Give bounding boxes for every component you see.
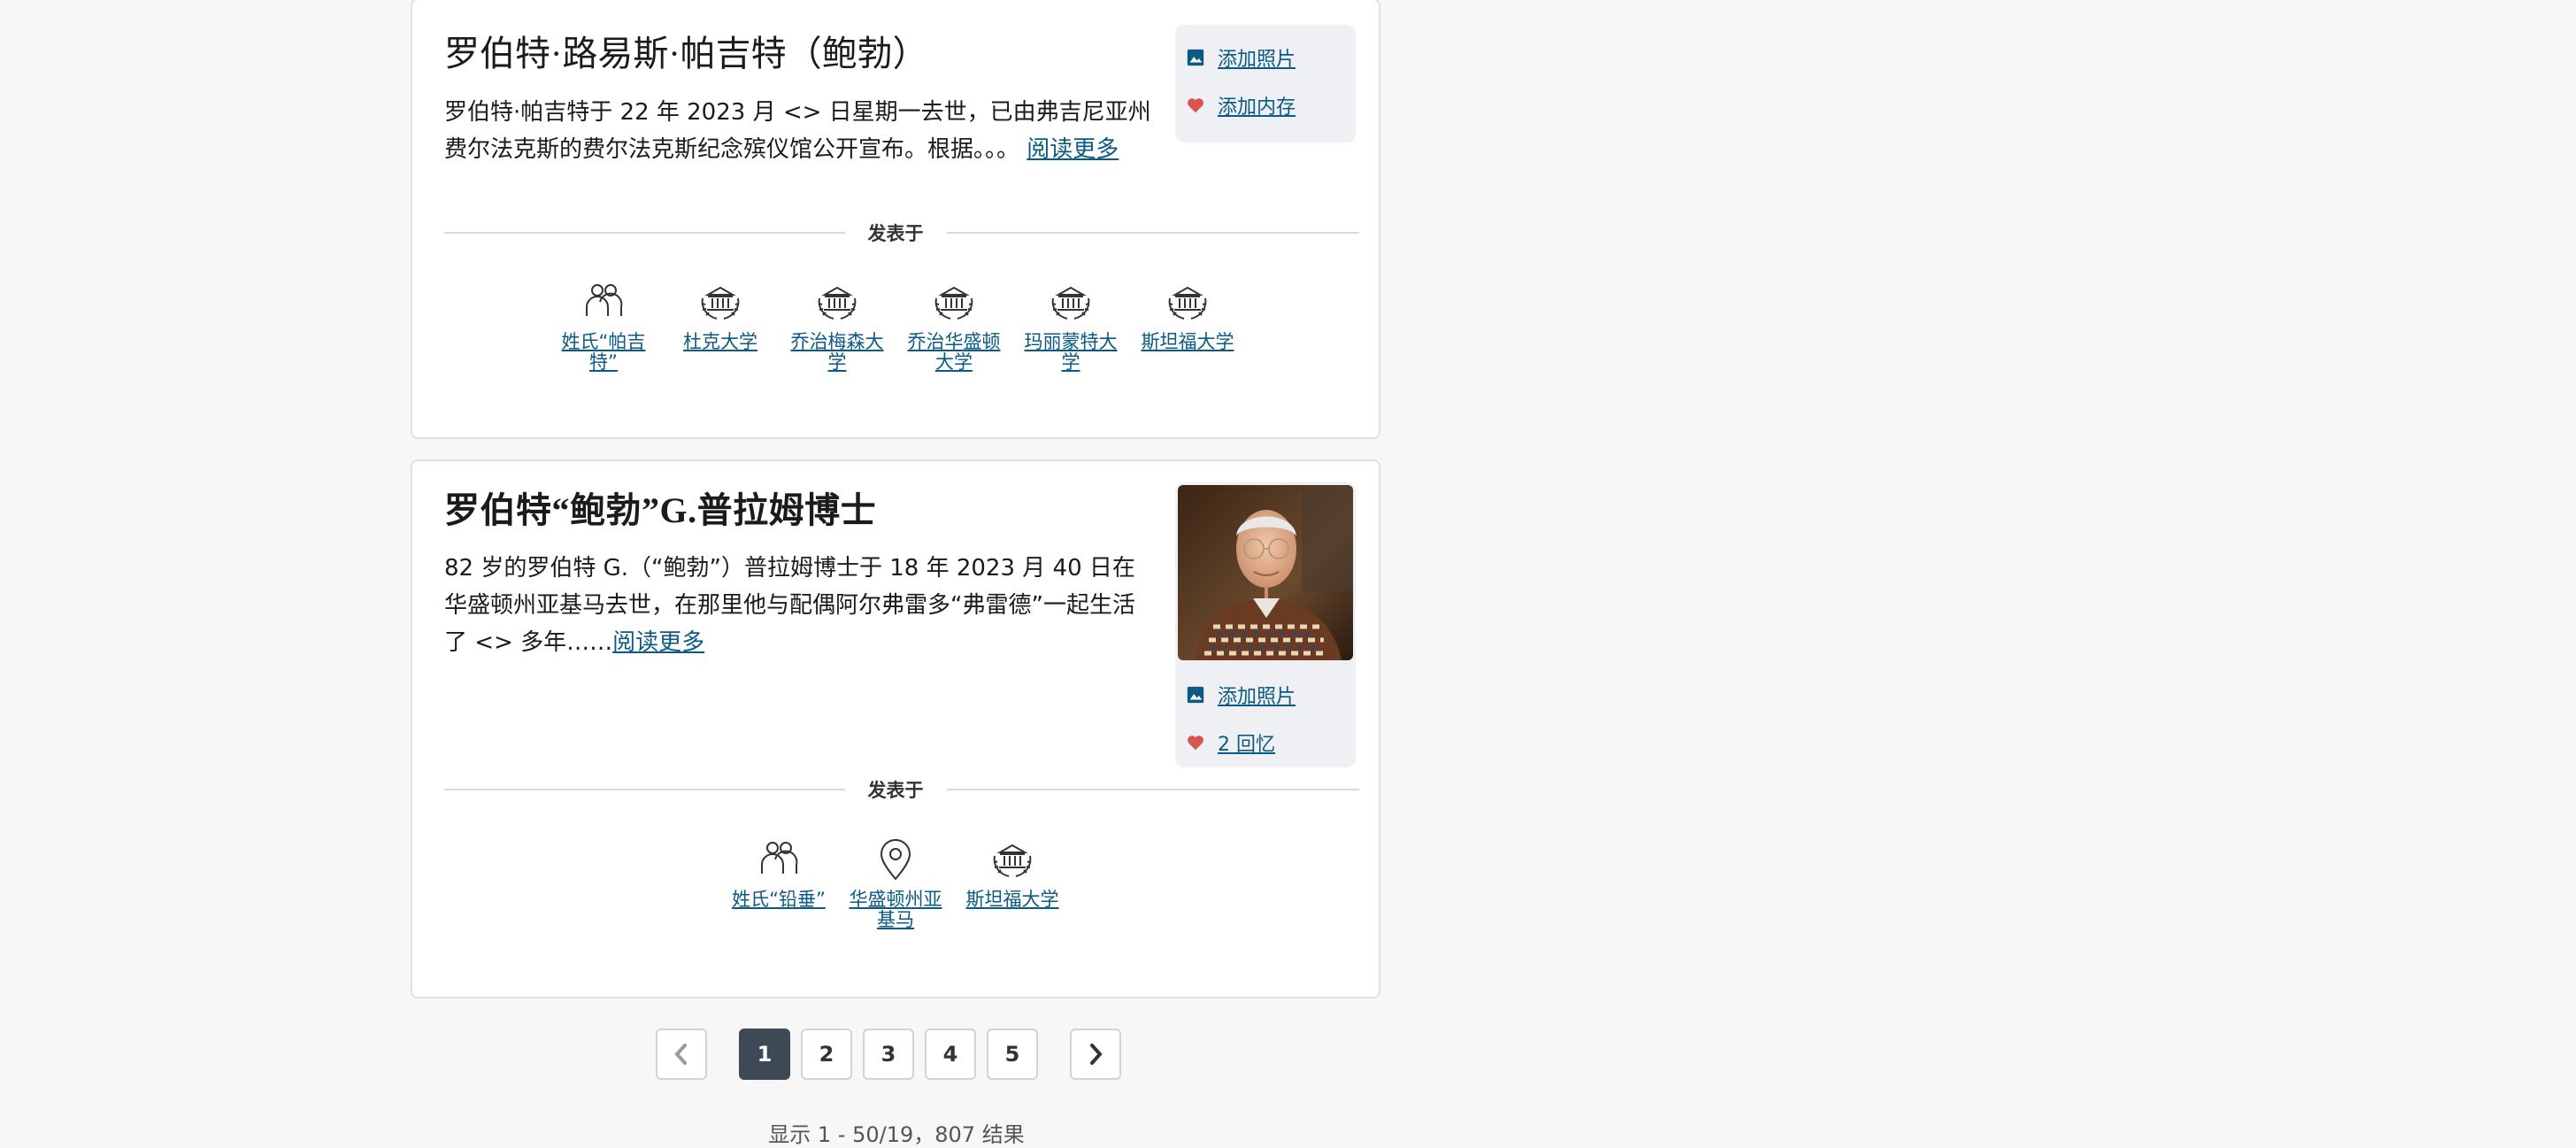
university-icon	[701, 286, 740, 320]
image-icon	[1187, 49, 1204, 66]
obituary-excerpt: 82 岁的罗伯特 G.（“鲍勃”）普拉姆博士于 18 年 2023 月 40 日…	[444, 555, 1135, 656]
memories-label: 添加内存	[1218, 96, 1296, 119]
published-in-item[interactable]: 斯坦福大学	[1136, 279, 1239, 373]
published-in-item[interactable]: 姓氏“铅垂”	[727, 836, 830, 930]
people-icon	[586, 284, 623, 316]
add-photo-label: 添加照片	[1218, 49, 1296, 71]
university-icon	[818, 286, 857, 320]
heart-icon	[1188, 98, 1203, 113]
page-button-3[interactable]: 3	[863, 1029, 914, 1080]
published-in-heading: 发表于	[412, 776, 1379, 803]
memories-label: 2 回忆	[1218, 734, 1275, 756]
memories-link[interactable]: 添加内存	[1186, 92, 1296, 119]
published-in-item[interactable]: 华盛顿州亚基马	[844, 836, 947, 930]
published-in-item[interactable]: 乔治华盛顿大学	[903, 279, 1005, 373]
obituary-title[interactable]: 罗伯特“鲍勃”G.普拉姆博士	[444, 482, 876, 533]
results-count: 显示 1 - 50/19，807 结果	[768, 1122, 1025, 1147]
heart-icon	[1188, 736, 1203, 751]
university-icon	[993, 844, 1032, 877]
published-in-item[interactable]: 玛丽蒙特大学	[1019, 279, 1122, 373]
university-icon	[934, 286, 973, 320]
page-button-2[interactable]: 2	[801, 1029, 852, 1080]
chevron-left-icon	[674, 1044, 687, 1065]
previous-page-button[interactable]	[656, 1029, 707, 1080]
read-more-link[interactable]: 阅读更多	[612, 629, 704, 656]
add-photo-link[interactable]: 添加照片	[1186, 44, 1296, 71]
next-page-button[interactable]	[1070, 1029, 1121, 1080]
obituary-title[interactable]: 罗伯特·路易斯·帕吉特（鲍勃）	[444, 25, 928, 76]
obituary-photo[interactable]	[1178, 485, 1353, 660]
published-in-list: 姓氏“铅垂” 华盛顿州亚基马 斯坦福大学	[412, 836, 1379, 930]
published-in-list: 姓氏“帕吉特” 杜克大学 乔治梅森大学 乔治华盛顿大学 玛丽蒙特大学 斯坦福大学	[412, 279, 1379, 373]
add-photo-link[interactable]: 添加照片	[1186, 682, 1296, 708]
image-icon	[1187, 686, 1204, 704]
memories-link[interactable]: 2 回忆	[1186, 729, 1275, 756]
add-photo-label: 添加照片	[1218, 686, 1296, 708]
location-pin-icon	[880, 839, 911, 881]
obituary-card: 罗伯特“鲍勃”G.普拉姆博士 82 岁的罗伯特 G.（“鲍勃”）普拉姆博士于 1…	[411, 459, 1380, 998]
published-in-heading: 发表于	[412, 220, 1379, 246]
published-in-item[interactable]: 杜克大学	[669, 279, 772, 373]
published-in-item[interactable]: 姓氏“帕吉特”	[552, 279, 655, 373]
pagination: 1 2 3 4 5	[656, 1029, 1121, 1080]
obituary-card: 罗伯特·路易斯·帕吉特（鲍勃） 罗伯特·帕吉特于 22 年 2023 月 <> …	[411, 0, 1380, 439]
university-icon	[1168, 286, 1207, 320]
read-more-link[interactable]: 阅读更多	[1027, 136, 1119, 163]
published-in-item[interactable]: 斯坦福大学	[961, 836, 1064, 930]
obituary-actions: 添加照片 添加内存	[1175, 25, 1356, 143]
chevron-right-icon	[1090, 1044, 1103, 1065]
page-button-5[interactable]: 5	[987, 1029, 1038, 1080]
page-button-1[interactable]: 1	[739, 1029, 790, 1080]
obituary-actions: 添加照片 2 回忆	[1175, 482, 1356, 767]
university-icon	[1051, 286, 1090, 320]
page-button-4[interactable]: 4	[925, 1029, 976, 1080]
obituary-excerpt: 罗伯特·帕吉特于 22 年 2023 月 <> 日星期一去世，已由弗吉尼亚州费尔…	[444, 99, 1151, 163]
published-in-item[interactable]: 乔治梅森大学	[786, 279, 888, 373]
people-icon	[761, 842, 798, 874]
